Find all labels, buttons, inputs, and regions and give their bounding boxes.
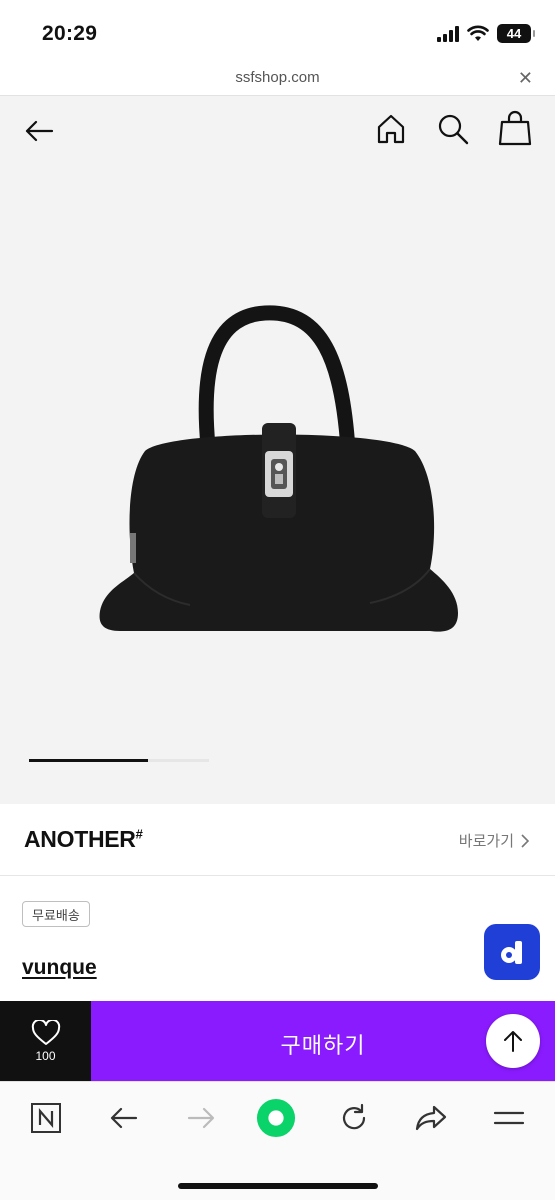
close-icon[interactable]: ✕ <box>518 68 533 89</box>
status-time: 20:29 <box>42 22 98 45</box>
buy-bar: 100 구매하기 <box>0 1001 555 1081</box>
url-text[interactable]: ssfshop.com <box>0 69 555 86</box>
wifi-icon <box>467 25 489 41</box>
home-icon[interactable] <box>374 112 408 146</box>
d-logo-icon <box>501 941 522 964</box>
shopping-bag-icon[interactable] <box>498 110 532 146</box>
brand-name-text: ANOTHER <box>24 826 136 852</box>
status-icons: 44 <box>437 24 535 43</box>
browser-toolbar <box>0 1081 555 1200</box>
forward-arrow-icon[interactable] <box>181 1098 221 1138</box>
product-name[interactable]: vunque <box>22 956 97 980</box>
gallery-indicator <box>29 759 209 762</box>
green-dot-icon[interactable] <box>256 1098 296 1138</box>
arrow-up-icon <box>504 1031 522 1052</box>
home-indicator <box>178 1183 378 1189</box>
gallery-indicator-active <box>29 759 148 762</box>
naver-n-icon[interactable] <box>26 1098 66 1138</box>
product-gallery[interactable] <box>0 96 555 804</box>
back-arrow-icon[interactable] <box>104 1098 144 1138</box>
menu-icon[interactable] <box>489 1098 529 1138</box>
refresh-icon[interactable] <box>334 1098 374 1138</box>
free-shipping-badge: 무료배송 <box>22 901 90 927</box>
status-bar: 20:29 44 <box>0 0 555 62</box>
brand-link[interactable]: 바로가기 <box>459 830 529 851</box>
battery-icon: 44 <box>497 24 535 43</box>
brand-name: ANOTHER# <box>24 826 143 853</box>
brand-row[interactable]: ANOTHER# 바로가기 <box>0 804 555 876</box>
back-arrow-icon[interactable] <box>22 114 56 148</box>
wish-button[interactable]: 100 <box>0 1001 91 1081</box>
brand-link-label: 바로가기 <box>458 833 514 850</box>
chevron-right-icon <box>521 833 529 848</box>
share-icon[interactable] <box>411 1098 451 1138</box>
product-info: 무료배송 vunque <box>0 877 555 1001</box>
d-app-button[interactable] <box>484 924 540 980</box>
heart-icon <box>31 1019 60 1045</box>
product-image[interactable] <box>90 301 470 651</box>
brand-name-mark: # <box>135 826 143 842</box>
signal-icon <box>437 25 459 42</box>
wish-count: 100 <box>35 1048 56 1063</box>
search-icon[interactable] <box>436 112 470 146</box>
scroll-top-button[interactable] <box>486 1014 540 1068</box>
url-bar[interactable]: ssfshop.com ✕ <box>0 62 555 96</box>
